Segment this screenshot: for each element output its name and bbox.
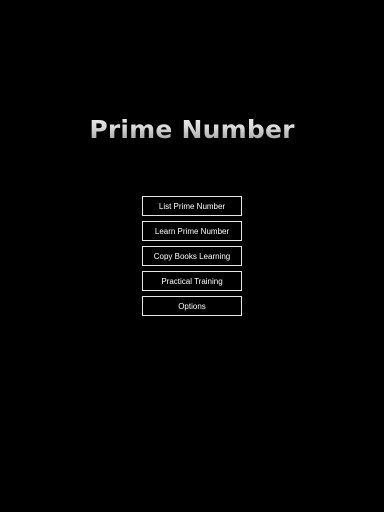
list-prime-number-button[interactable]: List Prime Number [142, 196, 242, 216]
main-menu-screen: Prime Number List Prime Number Learn Pri… [0, 0, 384, 512]
learn-prime-number-label: Learn Prime Number [154, 226, 230, 236]
practical-training-label: Practical Training [161, 276, 223, 286]
main-menu: List Prime Number Learn Prime Number Cop… [142, 196, 242, 321]
learn-prime-number-button[interactable]: Learn Prime Number [142, 221, 242, 241]
practical-training-button[interactable]: Practical Training [142, 271, 242, 291]
copy-books-learning-label: Copy Books Learning [153, 251, 231, 261]
list-prime-number-label: List Prime Number [158, 201, 226, 211]
options-label: Options [178, 301, 206, 311]
copy-books-learning-button[interactable]: Copy Books Learning [142, 246, 242, 266]
options-button[interactable]: Options [142, 296, 242, 316]
app-title: Prime Number [0, 113, 384, 147]
